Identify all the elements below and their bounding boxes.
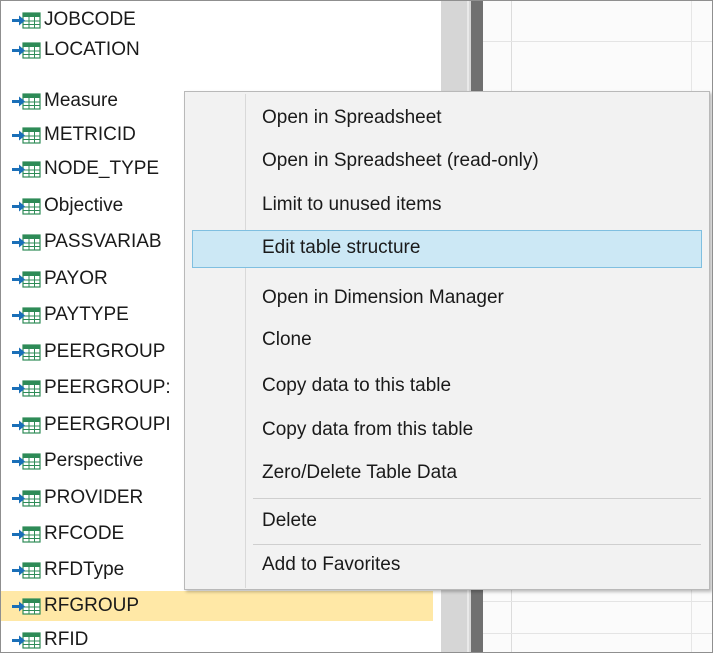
- detail-pane-row-line: [483, 41, 712, 42]
- table-arrow-icon: [12, 271, 41, 288]
- table-arrow-icon: [12, 198, 41, 215]
- menu-item-open-in-spreadsheet[interactable]: Open in Spreadsheet: [192, 100, 702, 138]
- menu-item-label: Delete: [262, 510, 317, 531]
- tree-item-label: PEERGROUP: [44, 341, 166, 362]
- table-arrow-icon: [12, 598, 41, 615]
- detail-pane-row-line: [483, 633, 712, 634]
- menu-item-open-in-spreadsheet-read-only[interactable]: Open in Spreadsheet (read-only): [192, 143, 702, 181]
- menu-item-label: Zero/Delete Table Data: [262, 462, 458, 483]
- table-arrow-icon: [12, 234, 41, 251]
- menu-item-add-to-favorites[interactable]: Add to Favorites: [192, 547, 702, 585]
- context-menu: Open in Spreadsheet Open in Spreadsheet …: [184, 91, 710, 590]
- table-arrow-icon: [12, 562, 41, 579]
- menu-separator: [253, 498, 701, 499]
- menu-item-label: Add to Favorites: [262, 554, 401, 575]
- menu-item-label: Clone: [262, 329, 312, 350]
- menu-item-limit-to-unused-items[interactable]: Limit to unused items: [192, 187, 702, 225]
- table-arrow-icon: [12, 307, 41, 324]
- tree-item-label: PEERGROUP:: [44, 377, 171, 398]
- menu-item-copy-data-to-this-table[interactable]: Copy data to this table: [192, 368, 702, 406]
- menu-item-label: Edit table structure: [262, 237, 421, 258]
- window-frame: JOBCODE LOCATION Measure METRICID NODE_T…: [0, 0, 713, 653]
- tree-item-label: Measure: [44, 90, 118, 111]
- tree-item-label: METRICID: [44, 124, 136, 145]
- tree-item-label: PAYOR: [44, 268, 108, 289]
- menu-item-label: Limit to unused items: [262, 194, 442, 215]
- tree-item-label: RFDType: [44, 559, 125, 580]
- menu-item-label: Copy data to this table: [262, 375, 452, 396]
- table-arrow-icon: [12, 632, 41, 649]
- menu-item-copy-data-from-this-table[interactable]: Copy data from this table: [192, 412, 702, 450]
- tree-item-label: RFID: [44, 629, 89, 650]
- menu-separator: [253, 544, 701, 545]
- menu-item-zero-delete-table-data[interactable]: Zero/Delete Table Data: [192, 455, 702, 493]
- tree-item-label: RFGROUP: [44, 595, 139, 616]
- tree-item[interactable]: LOCATION: [1, 35, 433, 65]
- menu-item-label: Open in Spreadsheet: [262, 107, 442, 128]
- table-arrow-icon: [12, 127, 41, 144]
- menu-item-clone[interactable]: Clone: [192, 322, 702, 360]
- tree-item-selected[interactable]: RFGROUP: [1, 591, 433, 621]
- tree-item-label: NODE_TYPE: [44, 158, 160, 179]
- table-arrow-icon: [12, 93, 41, 110]
- table-arrow-icon: [12, 344, 41, 361]
- tree-item-label: RFCODE: [44, 523, 125, 544]
- menu-item-label: Open in Spreadsheet (read-only): [262, 150, 539, 171]
- tree-item[interactable]: JOBCODE: [1, 5, 433, 35]
- table-arrow-icon: [12, 380, 41, 397]
- table-arrow-icon: [12, 12, 41, 29]
- tree-item-label: PAYTYPE: [44, 304, 129, 325]
- table-arrow-icon: [12, 453, 41, 470]
- tree-item-label: Objective: [44, 195, 124, 216]
- tree-item-label: LOCATION: [44, 39, 140, 60]
- menu-item-label: Copy data from this table: [262, 419, 474, 440]
- detail-pane-row-line: [483, 601, 712, 602]
- table-arrow-icon: [12, 42, 41, 59]
- tree-item[interactable]: RFID: [1, 625, 433, 652]
- menu-item-delete[interactable]: Delete: [192, 503, 702, 541]
- tree-item-label: PASSVARIAB: [44, 231, 162, 252]
- tree-item-label: Perspective: [44, 450, 144, 471]
- menu-item-open-in-dimension-manager[interactable]: Open in Dimension Manager: [192, 280, 702, 318]
- table-arrow-icon: [12, 161, 41, 178]
- menu-item-label: Open in Dimension Manager: [262, 287, 504, 308]
- table-arrow-icon: [12, 526, 41, 543]
- table-arrow-icon: [12, 490, 41, 507]
- tree-item-label: PEERGROUPI: [44, 414, 171, 435]
- tree-item-label: PROVIDER: [44, 487, 144, 508]
- menu-item-edit-table-structure[interactable]: Edit table structure: [192, 230, 702, 268]
- tree-item-label: JOBCODE: [44, 9, 136, 30]
- table-arrow-icon: [12, 417, 41, 434]
